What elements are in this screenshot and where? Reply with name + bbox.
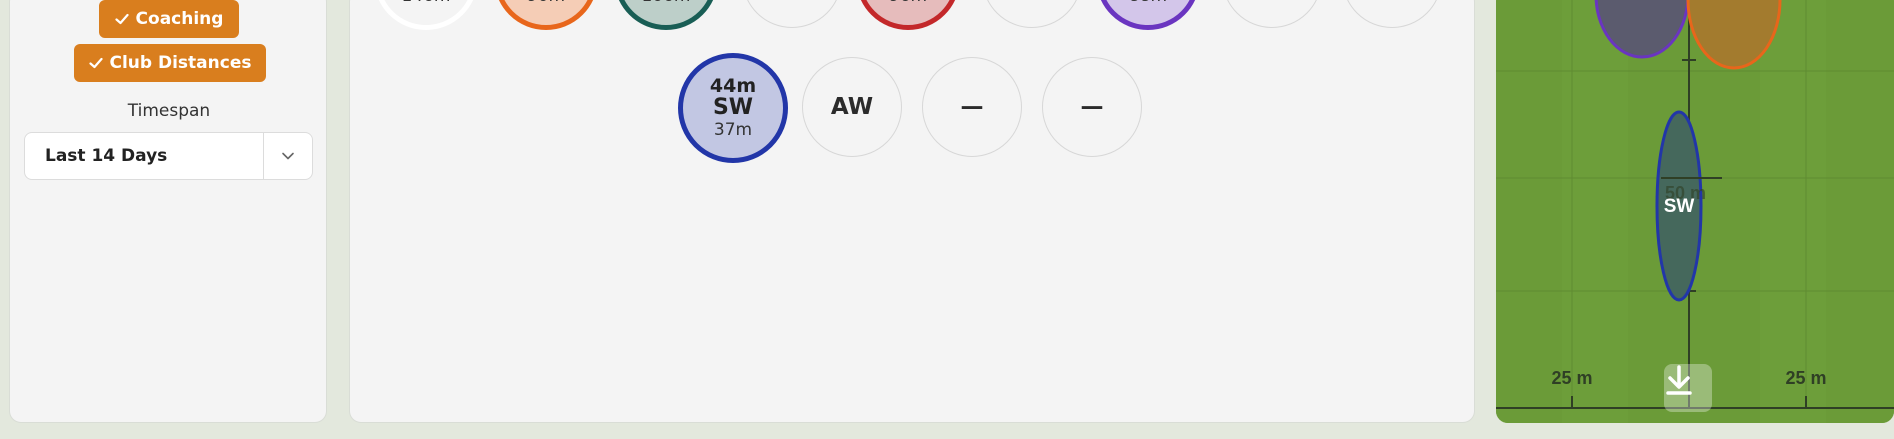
club-slot-6[interactable] — [982, 0, 1082, 28]
timespan-label: Timespan — [127, 101, 211, 121]
club-slot-2[interactable]: 90m — [494, 0, 598, 30]
club-slot-9[interactable] — [1342, 0, 1442, 28]
club-aw[interactable]: AW — [802, 57, 902, 157]
club-distances-filter-chip[interactable]: Club Distances — [74, 44, 266, 82]
chevron-down-icon[interactable] — [264, 151, 312, 161]
club-slot-3[interactable]: 106m — [614, 0, 718, 30]
club-slot-empty[interactable]: — — [922, 57, 1022, 157]
empty-slot-dash: — — [960, 94, 984, 120]
empty-slot-dash: — — [1080, 94, 1104, 120]
club-slot-5[interactable]: 96m — [856, 0, 960, 30]
club-slot-4[interactable] — [742, 0, 842, 28]
club-grid-panel: 146m 90m 106m 96m 88m 44m SW 37m AW — — — [349, 0, 1475, 423]
checkmark-icon — [114, 13, 129, 25]
club-distances-chip-label: Club Distances — [109, 53, 252, 73]
club-distance: 88m — [1101, 0, 1195, 6]
left-distance-marker: 25 m — [1551, 368, 1592, 388]
club-name: SW — [712, 95, 754, 120]
range-map-panel: 50 m SW 25 m 25 m — [1496, 0, 1894, 423]
coaching-filter-chip[interactable]: Coaching — [99, 0, 239, 38]
club-sw[interactable]: 44m SW 37m — [678, 53, 788, 163]
right-distance-marker: 25 m — [1785, 368, 1826, 388]
club-name: AW — [830, 94, 874, 120]
filter-panel: Coaching Club Distances Timespan Last 14… — [9, 0, 327, 423]
sw-map-label: SW — [1664, 196, 1695, 217]
checkmark-icon — [88, 57, 103, 69]
club-distance: 96m — [861, 0, 955, 6]
club-distance: 106m — [619, 0, 713, 6]
range-map: 50 m SW 25 m 25 m — [1496, 0, 1894, 423]
club-distance: 146m — [379, 0, 473, 6]
club-slot-7[interactable]: 88m — [1096, 0, 1200, 30]
coaching-chip-label: Coaching — [135, 9, 224, 29]
download-icon — [1666, 365, 1692, 395]
timespan-select[interactable]: Last 14 Days — [24, 132, 313, 180]
club-carry-distance: 37m — [713, 120, 753, 140]
club-slot-8[interactable] — [1222, 0, 1322, 28]
club-distance: 90m — [499, 0, 593, 6]
club-slot-1[interactable]: 146m — [374, 0, 478, 30]
club-slot-empty[interactable]: — — [1042, 57, 1142, 157]
download-button[interactable] — [1664, 364, 1712, 412]
timespan-select-value: Last 14 Days — [45, 146, 168, 166]
club-total-distance: 44m — [709, 75, 757, 97]
